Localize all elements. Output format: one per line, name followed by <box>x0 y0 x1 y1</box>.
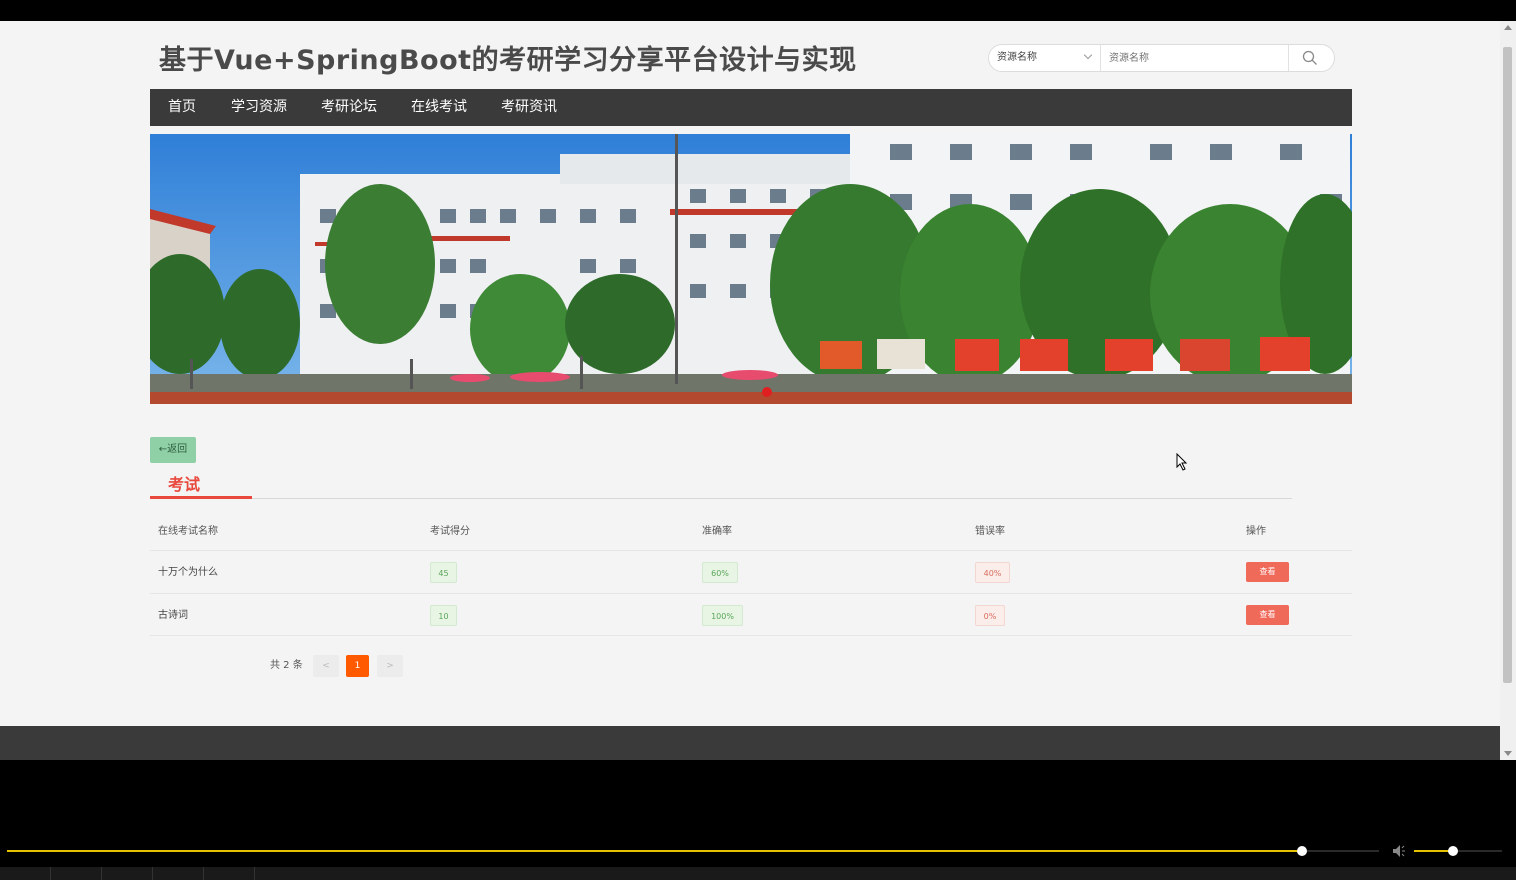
player-segment-divider <box>254 867 255 880</box>
player-bottom-bar <box>0 867 1516 880</box>
volume-handle[interactable] <box>1447 846 1458 856</box>
view-button[interactable]: 查看 <box>1246 562 1289 582</box>
player-segment-divider <box>203 867 204 880</box>
column-header-error-rate: 错误率 <box>975 526 1005 537</box>
player-segment-divider <box>152 867 153 880</box>
nav-item-study-resources[interactable]: 学习资源 <box>231 89 287 126</box>
search-bar: 资源名称 <box>988 44 1335 72</box>
nav-item-home[interactable]: 首页 <box>168 89 196 126</box>
video-progress-handle[interactable] <box>1297 846 1308 856</box>
video-progress-bar[interactable] <box>7 846 1379 856</box>
volume-slider[interactable] <box>1414 846 1502 856</box>
back-button[interactable]: ←返回 <box>150 437 196 463</box>
table-row: 十万个为什么 45 60% 40% 查看 <box>150 550 1352 594</box>
top-black-bar <box>0 0 1516 21</box>
score-badge: 10 <box>430 605 457 626</box>
page-footer <box>0 726 1500 760</box>
main-nav: 首页 学习资源 考研论坛 在线考试 考研资讯 <box>150 89 1352 126</box>
section-title-underline <box>150 496 252 499</box>
nav-item-forum[interactable]: 考研论坛 <box>321 89 377 126</box>
browser-viewport: 基于Vue+SpringBoot的考研学习分享平台设计与实现 资源名称 首页 学… <box>0 21 1500 760</box>
nav-item-online-exam[interactable]: 在线考试 <box>411 89 467 126</box>
scrollbar-thumb[interactable] <box>1503 47 1512 683</box>
video-player-controls <box>0 760 1516 880</box>
pagination-total: 共 2 条 <box>270 660 303 671</box>
search-type-value: 资源名称 <box>997 52 1037 63</box>
carousel-indicator-dot[interactable] <box>762 387 772 397</box>
scroll-up-arrow-icon[interactable] <box>1504 25 1512 30</box>
site-title: 基于Vue+SpringBoot的考研学习分享平台设计与实现 <box>159 45 857 76</box>
table-bottom-border <box>150 635 1352 636</box>
column-header-accuracy: 准确率 <box>702 526 732 537</box>
column-header-exam-name: 在线考试名称 <box>158 526 218 537</box>
accuracy-badge: 60% <box>702 562 738 583</box>
vertical-scrollbar[interactable] <box>1500 21 1516 760</box>
video-progress-fill <box>7 850 1303 852</box>
view-button[interactable]: 查看 <box>1246 605 1289 625</box>
exam-name-cell: 古诗词 <box>158 610 188 621</box>
mouse-cursor-icon <box>1176 453 1188 471</box>
search-input[interactable] <box>1102 45 1288 71</box>
search-type-select[interactable]: 资源名称 <box>989 45 1101 71</box>
error-rate-badge: 40% <box>975 562 1010 583</box>
volume-fill <box>1414 850 1453 852</box>
score-badge: 45 <box>430 562 457 583</box>
pagination-prev-button[interactable]: < <box>313 655 339 677</box>
accuracy-badge: 100% <box>702 605 743 626</box>
section-divider <box>150 498 1292 499</box>
section-title: 考试 <box>168 475 201 494</box>
search-icon <box>1302 50 1317 65</box>
banner-image <box>150 134 1352 404</box>
exam-name-cell: 十万个为什么 <box>158 567 218 578</box>
chevron-down-icon <box>1083 50 1093 60</box>
search-button[interactable] <box>1288 45 1335 71</box>
column-header-score: 考试得分 <box>430 526 470 537</box>
volume-icon[interactable] <box>1392 844 1408 858</box>
column-header-action: 操作 <box>1246 526 1266 537</box>
pagination-next-button[interactable]: > <box>377 655 403 677</box>
player-segment-divider <box>50 867 51 880</box>
banner-carousel[interactable] <box>150 134 1352 404</box>
error-rate-badge: 0% <box>975 605 1005 626</box>
player-segment-divider <box>101 867 102 880</box>
pagination-page-button[interactable]: 1 <box>346 655 369 677</box>
table-row: 古诗词 10 100% 0% 查看 <box>150 593 1352 637</box>
nav-item-news[interactable]: 考研资讯 <box>501 89 557 126</box>
scroll-down-arrow-icon[interactable] <box>1504 751 1512 756</box>
